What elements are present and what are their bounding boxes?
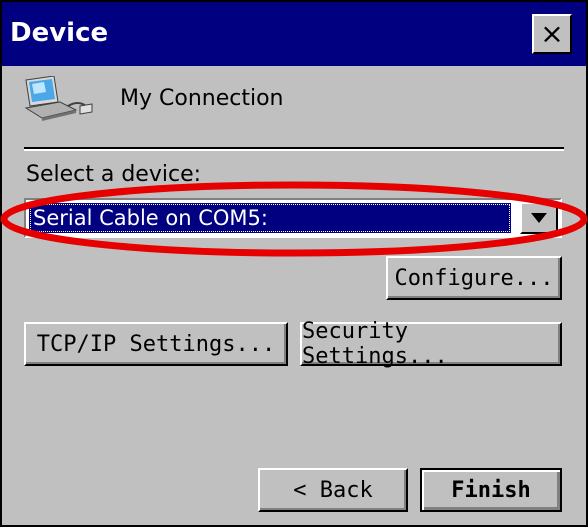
connection-name: My Connection [120,86,284,111]
separator-highlight [24,149,564,151]
security-settings-button[interactable]: Security Settings... [300,319,562,369]
connection-computer-icon [24,76,93,121]
finish-button[interactable]: Finish [420,468,562,512]
title-bar: Device × [2,2,586,66]
device-dialog: Device × My Connection Select a device: … [0,0,588,527]
tcp-ip-settings-button[interactable]: TCP/IP Settings... [24,322,288,366]
chevron-down-icon [531,213,547,223]
configure-button[interactable]: Configure... [386,256,562,300]
close-button[interactable]: × [532,14,572,54]
device-dropdown-value[interactable]: Serial Cable on COM5: [29,203,511,233]
select-device-label: Select a device: [26,162,202,187]
dialog-title: Device [10,18,109,48]
close-icon: × [540,17,564,50]
device-dropdown[interactable]: Serial Cable on COM5: [24,198,562,238]
back-button[interactable]: < Back [258,468,408,512]
dropdown-arrow-button[interactable] [520,202,558,234]
